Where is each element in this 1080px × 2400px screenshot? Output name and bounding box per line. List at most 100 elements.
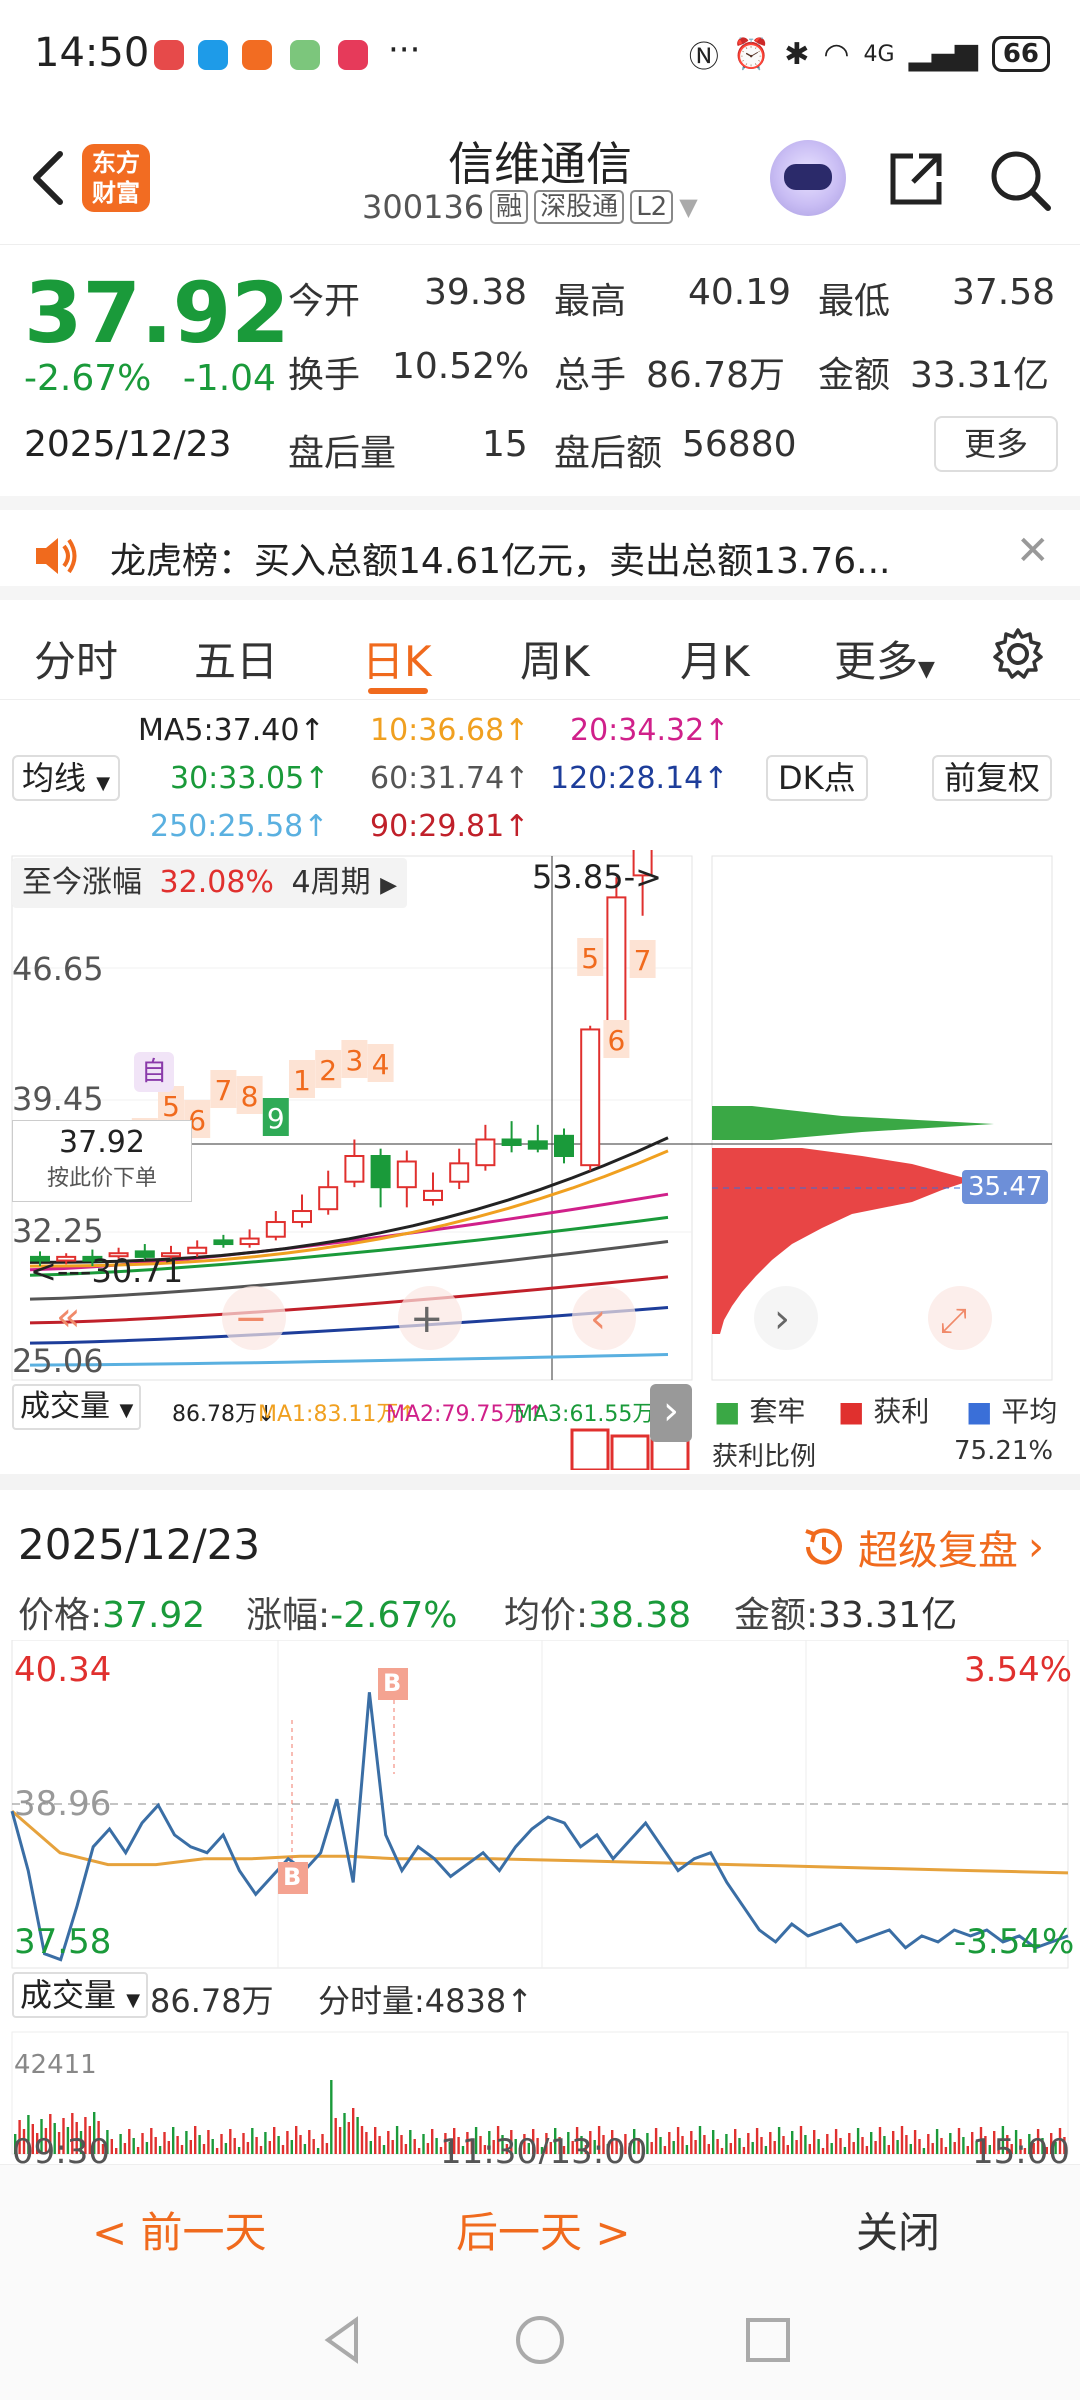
volume-bar: [764, 2146, 768, 2154]
order-at-price-tag[interactable]: 37.92 按此价下单: [12, 1120, 192, 1202]
volume-bar: [813, 2130, 816, 2154]
close-icon[interactable]: ✕: [1016, 528, 1050, 574]
average-price-line: [11, 1809, 1069, 1875]
high-value: 40.19: [688, 272, 792, 313]
expand-icon: ⤢: [940, 1301, 967, 1341]
search-icon[interactable]: [988, 148, 1052, 216]
volume-bar: [237, 2147, 241, 2154]
next-indicator-button[interactable]: ›: [650, 1384, 692, 1442]
volume-bar: [202, 2144, 206, 2154]
volume-bar: [865, 2146, 869, 2154]
volume-bar: [128, 2129, 131, 2154]
volume-bar: [962, 2137, 965, 2154]
volume-bar: [694, 2140, 697, 2154]
kline-chart-area[interactable]: 4567891234567 « − + ‹ › ⤢ 至今涨幅 32.08% 4周…: [0, 850, 1080, 1472]
volume-bar: [769, 2132, 772, 2154]
volume-bar: [659, 2137, 662, 2154]
volume-bar: [668, 2132, 671, 2154]
sequence-marker: 9: [267, 1102, 285, 1135]
volume-bar: [382, 2145, 386, 2154]
volume-bar: [892, 2131, 895, 2154]
y-axis-label: 25.06: [12, 1342, 104, 1380]
volume-bar: [316, 2148, 320, 2154]
super-replay-link[interactable]: 超级复盘 ›: [800, 1518, 1044, 1576]
nfc-icon: Ⓝ: [688, 40, 719, 75]
ma-selector[interactable]: 均线 ▼: [12, 755, 121, 801]
volume-bar: [830, 2143, 833, 2154]
tab-intraday[interactable]: 分时: [34, 628, 118, 689]
close-button[interactable]: 关闭: [856, 2199, 940, 2260]
turnover-label: 换手: [288, 355, 361, 396]
open-label: 今开: [288, 281, 361, 322]
tab-daily-k[interactable]: 日K: [362, 628, 432, 689]
volume-bar: [848, 2133, 851, 2154]
candle: [606, 896, 627, 1029]
share-icon[interactable]: [885, 148, 947, 214]
volume-bar: [132, 2138, 135, 2154]
volume-bar: [395, 2126, 399, 2154]
volume-bar: [896, 2140, 899, 2154]
nav-back-icon: [324, 2316, 358, 2364]
volume-bar: [338, 2127, 342, 2154]
volume-bar: [742, 2147, 746, 2154]
volume-bar: [751, 2142, 754, 2154]
volume-bar: [154, 2137, 157, 2154]
volume-bar: [826, 2134, 829, 2154]
sequence-marker: 7: [214, 1074, 232, 1107]
volume-bar: [931, 2143, 934, 2154]
moving-average-legend: MA5:37.40↑ 10:36.68↑ 20:34.32↑ 均线 ▼ 30:3…: [0, 705, 1080, 845]
volume-bar: [834, 2129, 838, 2154]
app-notification-icon: [154, 40, 184, 70]
stock-code-row[interactable]: 300136 融 深股通 L2 ▼: [362, 188, 698, 226]
volume-bar: [136, 2147, 140, 2154]
volume-bar: [176, 2136, 179, 2154]
tab-monthly-k[interactable]: 月K: [680, 628, 750, 689]
ai-assistant-icon[interactable]: [770, 140, 846, 216]
app-notification-icon: [242, 40, 272, 70]
gear-icon[interactable]: [990, 626, 1046, 686]
volume-indicator-selector[interactable]: 成交量 ▼: [12, 1384, 142, 1430]
y-axis-label: 32.25: [12, 1212, 104, 1250]
volume-bar: [887, 2145, 890, 2154]
volume-bar: [712, 2130, 715, 2154]
volume-bar: [922, 2148, 926, 2154]
volume-bar: [878, 2127, 882, 2154]
period-high-marker: 53.85->: [532, 858, 662, 896]
dk-point-button[interactable]: DK点: [766, 755, 868, 801]
since-gain-box[interactable]: 至今涨幅 32.08% 4周期 ▶: [12, 858, 408, 908]
candle: [554, 1134, 574, 1158]
more-button[interactable]: 更多: [934, 416, 1058, 472]
volume-bar: [299, 2135, 302, 2154]
intraday-volume-value: 86.78万: [150, 1982, 274, 2020]
volume-bar: [927, 2134, 930, 2154]
tab-weekly-k[interactable]: 周K: [520, 628, 590, 689]
after-hours-volume-label: 盘后量: [288, 433, 397, 474]
bluetooth-icon: ✱: [784, 36, 810, 72]
volume-label: 总手: [554, 355, 627, 396]
volume-bar: [808, 2144, 811, 2154]
volume-bar: [426, 2143, 430, 2154]
volume-bar: [268, 2141, 271, 2154]
adjust-button[interactable]: 前复权: [932, 755, 1053, 801]
volume-bar: [966, 2146, 969, 2154]
volume-bar: [799, 2126, 803, 2154]
volume-bar: [676, 2127, 680, 2154]
volume-bar: [273, 2127, 276, 2154]
next-day-button[interactable]: 后一天 >: [456, 2199, 631, 2260]
change-row: -2.67% -1.04: [24, 358, 276, 399]
intraday-volume-selector[interactable]: 成交量 ▼: [12, 1972, 149, 2018]
intraday-chart[interactable]: [0, 1640, 1080, 2200]
dragon-tiger-notice[interactable]: 龙虎榜：买入总额14.61亿元，卖出总额13.76... ✕: [0, 496, 1080, 600]
price-line: [10, 1692, 1069, 1962]
candle: [423, 1189, 443, 1202]
chart-tabs: 分时 五日 日K 周K 月K 更多▼: [0, 600, 1080, 700]
volume-bar: [141, 2133, 144, 2154]
tab-more[interactable]: 更多▼: [834, 628, 935, 689]
dropdown-icon: ▼: [679, 193, 698, 221]
sequence-marker: 8: [241, 1080, 259, 1113]
sequence-marker: 3: [345, 1044, 363, 1077]
volume-axis-label: 42411: [14, 2050, 97, 2080]
previous-day-button[interactable]: < 前一天: [92, 2199, 267, 2260]
tab-five-day[interactable]: 五日: [194, 628, 278, 689]
volume-bar: [281, 2145, 285, 2154]
